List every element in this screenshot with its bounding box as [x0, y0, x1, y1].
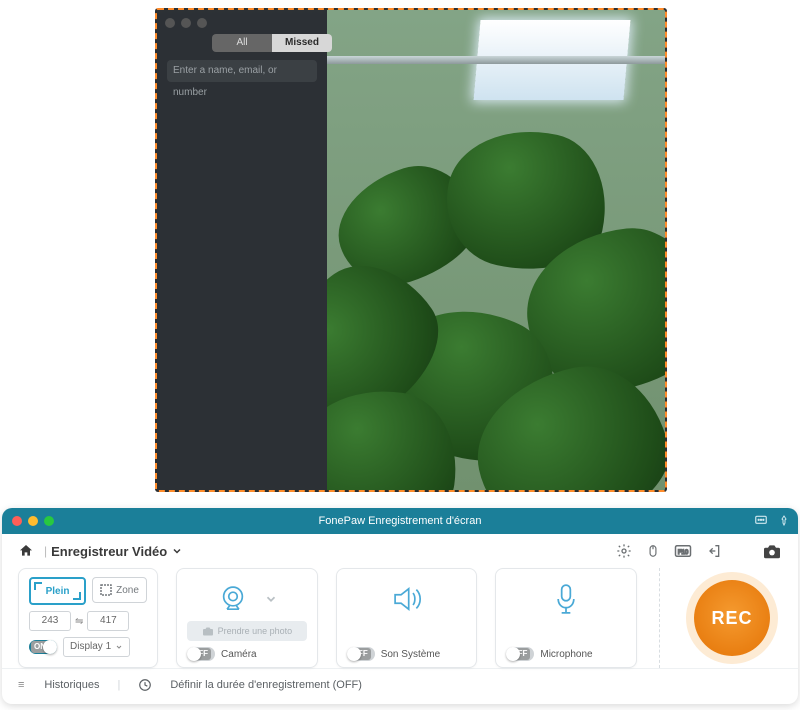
camera-toggle[interactable]: OFF: [187, 647, 215, 661]
system-sound-label: Son Système: [381, 649, 440, 660]
tab-all[interactable]: All: [212, 34, 272, 52]
facetime-sidebar: All Missed Enter a name, email, or numbe…: [157, 10, 327, 490]
timer-link[interactable]: Définir la durée d'enregistrement (OFF): [170, 679, 362, 691]
width-input[interactable]: 243: [29, 611, 71, 631]
system-sound-toggle[interactable]: OFF: [347, 647, 375, 661]
record-button[interactable]: REC: [694, 580, 770, 656]
take-photo-button[interactable]: Prendre une photo: [187, 621, 307, 641]
speaker-icon: [389, 582, 425, 616]
display-toggle[interactable]: ON: [29, 640, 57, 654]
camera-label: Caméra: [221, 649, 257, 660]
chevron-down-icon[interactable]: [171, 545, 183, 557]
card-camera: Prendre une photo OFF Caméra: [176, 568, 318, 668]
capture-region: All Missed Enter a name, email, or numbe…: [155, 8, 667, 492]
window-traffic-lights[interactable]: [12, 516, 54, 526]
camera-preview: [327, 10, 665, 490]
height-input[interactable]: 417: [87, 611, 129, 631]
card-screen: Plein Zone 243 ⇋ 417 ON: [18, 568, 158, 668]
display-select[interactable]: Display 1: [63, 637, 130, 657]
link-icon[interactable]: ⇋: [75, 616, 83, 627]
tab-missed[interactable]: Missed: [272, 34, 332, 52]
search-input[interactable]: Enter a name, email, or number: [167, 60, 317, 82]
camera-icon[interactable]: [762, 543, 782, 559]
call-filter-segmented[interactable]: All Missed: [212, 34, 332, 52]
microphone-icon: [553, 581, 579, 617]
card-system-sound: OFF Son Système: [336, 568, 478, 668]
titlebar: FonePaw Enregistrement d'écran: [2, 508, 798, 534]
mouse-icon[interactable]: [646, 543, 660, 559]
microphone-toggle[interactable]: OFF: [506, 647, 534, 661]
footer: ≡ Historiques | Définir la durée d'enreg…: [2, 668, 798, 701]
svg-text:F10: F10: [678, 550, 689, 556]
mode-zone-button[interactable]: Zone: [92, 577, 147, 603]
chat-icon[interactable]: [754, 514, 768, 528]
microphone-label: Microphone: [540, 649, 592, 660]
recorder-window: FonePaw Enregistrement d'écran | Enregis…: [2, 508, 798, 704]
breadcrumb[interactable]: Enregistreur Vidéo: [51, 544, 167, 559]
vertical-separator: [659, 568, 660, 668]
window-traffic-lights[interactable]: [165, 18, 207, 28]
mode-full-button[interactable]: Plein: [29, 577, 86, 605]
gear-icon[interactable]: [616, 543, 632, 559]
home-icon[interactable]: [18, 543, 34, 559]
fullscreen-icon[interactable]: F10: [674, 543, 692, 559]
chevron-down-icon[interactable]: [264, 592, 278, 606]
history-link[interactable]: Historiques: [44, 679, 99, 691]
menu-icon[interactable]: ≡: [18, 679, 26, 691]
exit-icon[interactable]: [706, 543, 722, 559]
pin-icon[interactable]: [778, 515, 790, 527]
separator: |: [44, 544, 47, 558]
card-microphone: OFF Microphone: [495, 568, 637, 668]
window-title: FonePaw Enregistrement d'écran: [2, 515, 798, 527]
webcam-icon: [216, 582, 250, 616]
toolbar: | Enregistreur Vidéo F10: [2, 534, 798, 568]
clock-icon: [138, 678, 152, 692]
